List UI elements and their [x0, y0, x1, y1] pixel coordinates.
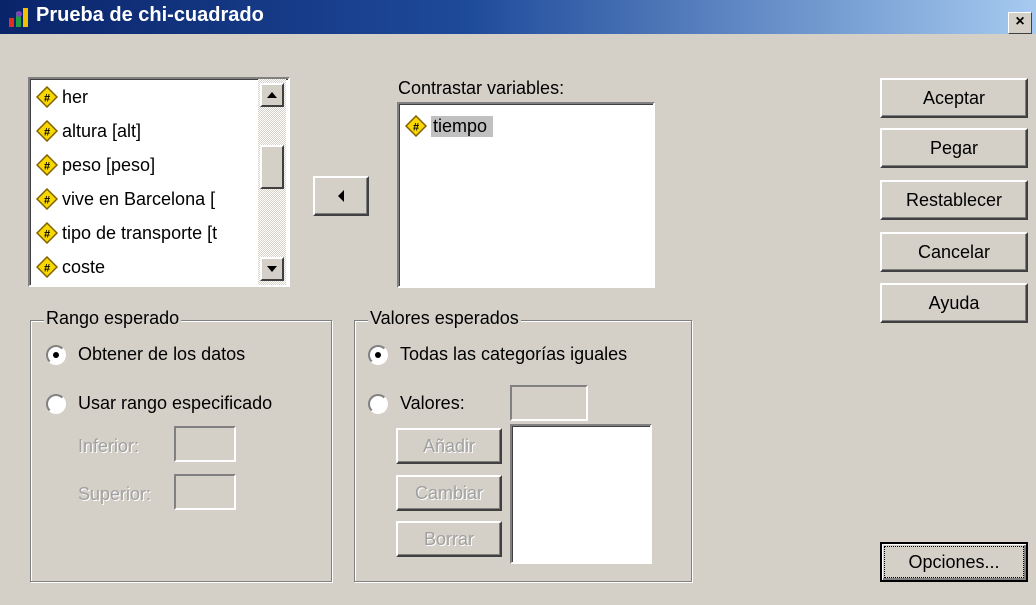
scale-variable-icon: #: [36, 256, 58, 278]
svg-text:#: #: [44, 195, 50, 207]
source-variable-list[interactable]: # her # altura [alt] # peso [peso] # vive en Ba…: [28, 77, 290, 287]
list-item[interactable]: # vive en Barcelona [: [36, 185, 215, 213]
all-equal-radio[interactable]: [368, 345, 388, 365]
scale-variable-icon: #: [36, 154, 58, 176]
scroll-thumb[interactable]: [260, 145, 284, 189]
from-data-label[interactable]: Obtener de los datos: [78, 344, 245, 365]
list-item-label: altura [alt]: [62, 120, 142, 141]
svg-text:#: #: [44, 161, 50, 173]
expected-range-title: Rango esperado: [44, 308, 182, 329]
svg-text:#: #: [44, 263, 50, 275]
title-bar: Prueba de chi-cuadrado: [0, 0, 1036, 34]
list-item-label: peso [peso]: [62, 154, 156, 175]
cancel-button[interactable]: Cancelar: [880, 232, 1028, 272]
help-button[interactable]: Ayuda: [880, 283, 1028, 323]
list-item[interactable]: # tiempo: [405, 112, 494, 140]
list-item-label: vive en Barcelona [: [62, 188, 216, 209]
svg-text:#: #: [44, 93, 50, 105]
expected-values-title: Valores esperados: [368, 308, 521, 329]
list-item[interactable]: # her: [36, 83, 88, 111]
specified-range-label[interactable]: Usar rango especificado: [78, 393, 272, 414]
list-item[interactable]: # coste: [36, 253, 105, 281]
scroll-up-button[interactable]: [260, 83, 284, 107]
values-input[interactable]: [510, 385, 588, 421]
add-button[interactable]: Añadir: [396, 428, 502, 464]
list-item-label: tiempo: [431, 115, 494, 137]
window-title: Prueba de chi-cuadrado: [36, 4, 264, 26]
close-button[interactable]: ×: [1008, 12, 1032, 34]
move-variable-button[interactable]: [313, 176, 369, 216]
svg-text:#: #: [44, 127, 50, 139]
scale-variable-icon: #: [36, 188, 58, 210]
test-variables-list[interactable]: # tiempo: [397, 102, 655, 288]
values-radio[interactable]: [368, 394, 388, 414]
upper-label: Superior:: [78, 484, 152, 504]
options-button[interactable]: Opciones...: [880, 542, 1028, 582]
change-button[interactable]: Cambiar: [396, 475, 502, 511]
svg-text:#: #: [44, 229, 50, 241]
lower-input[interactable]: [174, 426, 236, 462]
list-item-label: tipo de transporte [t: [62, 222, 218, 243]
list-item-label: coste: [62, 256, 106, 277]
all-equal-label[interactable]: Todas las categorías iguales: [400, 344, 627, 365]
triangle-up-icon: [267, 92, 277, 98]
test-variables-label: Contrastar variables:: [398, 78, 565, 98]
remove-button[interactable]: Borrar: [396, 521, 502, 557]
from-data-radio[interactable]: [46, 345, 66, 365]
scale-variable-icon: #: [36, 120, 58, 142]
svg-text:#: #: [413, 122, 419, 134]
list-item-label: her: [62, 86, 89, 107]
radio-dot-icon: [375, 352, 381, 358]
list-item[interactable]: # peso [peso]: [36, 151, 155, 179]
scroll-down-button[interactable]: [260, 257, 284, 281]
scale-variable-icon: #: [405, 115, 427, 137]
radio-dot-icon: [53, 352, 59, 358]
lower-label: Inferior:: [78, 436, 140, 456]
arrow-left-icon: [338, 190, 344, 202]
list-item[interactable]: # altura [alt]: [36, 117, 141, 145]
reset-button[interactable]: Restablecer: [880, 180, 1028, 220]
list-item[interactable]: # tipo de transporte [t: [36, 219, 217, 247]
triangle-down-icon: [267, 266, 277, 272]
values-list[interactable]: [510, 424, 652, 564]
close-icon: ×: [1015, 13, 1025, 30]
scale-variable-icon: #: [36, 86, 58, 108]
upper-input[interactable]: [174, 474, 236, 510]
paste-button[interactable]: Pegar: [880, 128, 1028, 168]
scale-variable-icon: #: [36, 222, 58, 244]
values-label[interactable]: Valores:: [400, 393, 465, 414]
accept-button[interactable]: Aceptar: [880, 78, 1028, 118]
specified-range-radio[interactable]: [46, 394, 66, 414]
app-icon: [9, 8, 28, 27]
